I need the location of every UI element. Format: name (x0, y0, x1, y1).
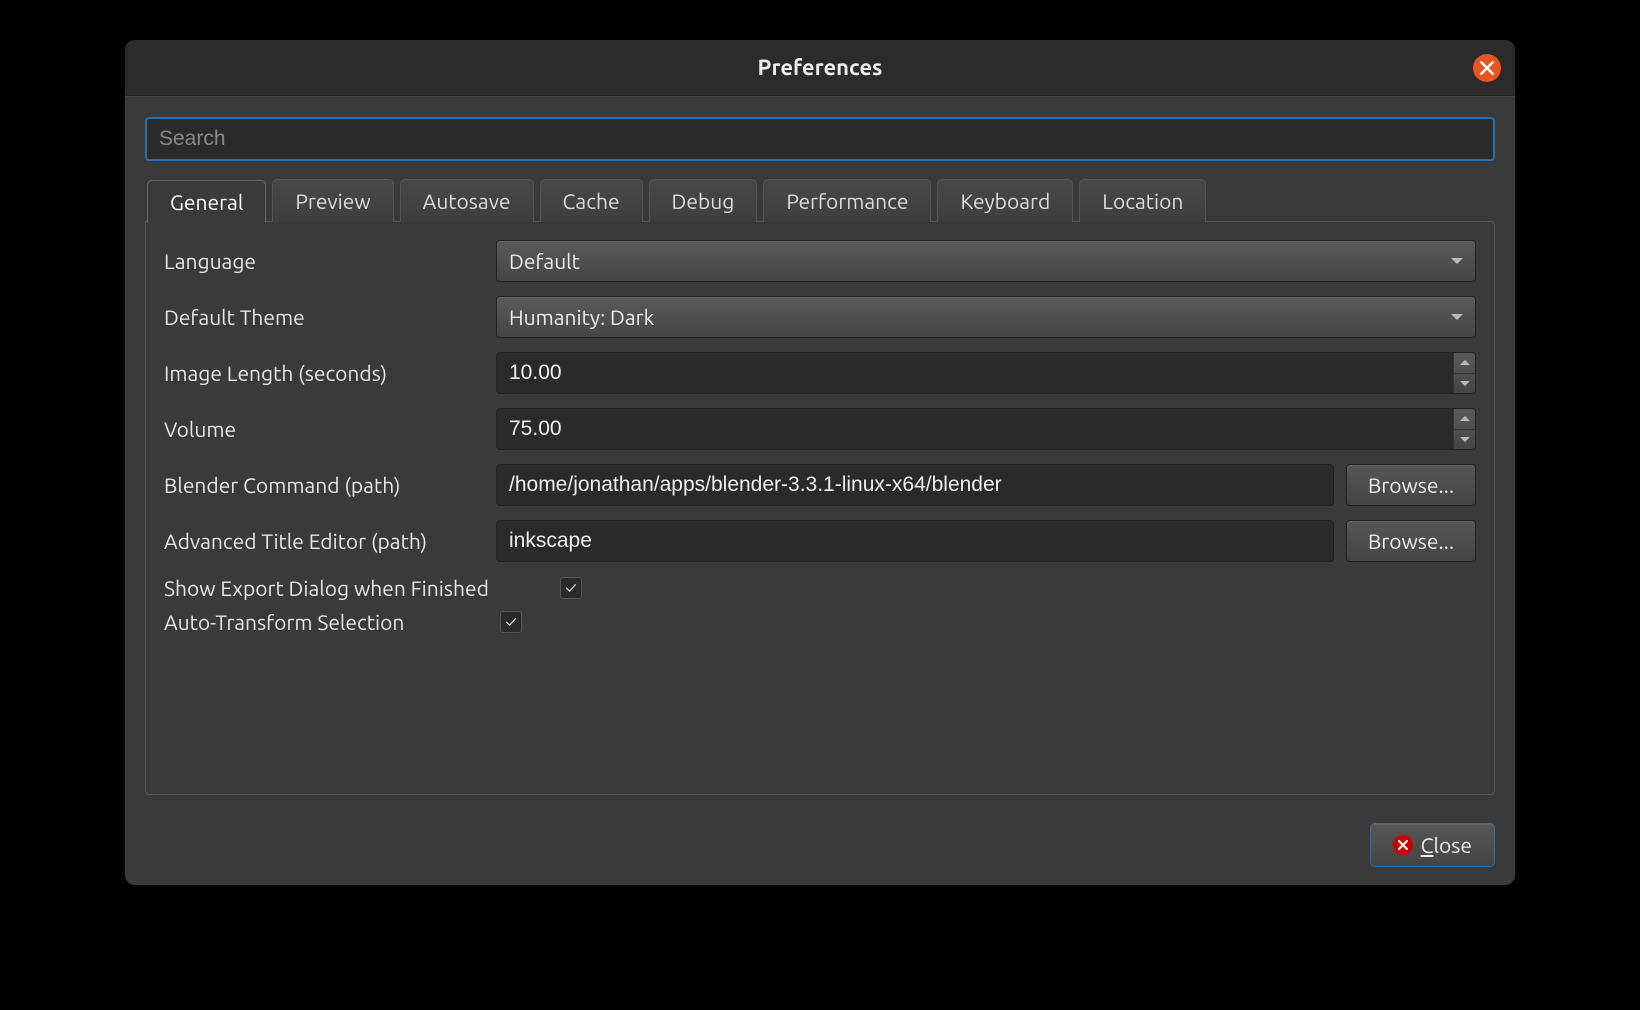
volume-step-down[interactable] (1454, 430, 1475, 450)
chevron-down-icon (1460, 381, 1470, 386)
theme-dropdown[interactable]: Humanity: Dark (496, 296, 1476, 338)
chevron-up-icon (1460, 416, 1470, 421)
tab-location[interactable]: Location (1079, 179, 1206, 222)
volume-input[interactable] (497, 409, 1453, 449)
search-input[interactable] (145, 117, 1495, 161)
general-panel: Language Default Default Theme Humanity:… (145, 221, 1495, 795)
title-editor-path-label: Advanced Title Editor (path) (164, 529, 484, 553)
close-button-label: Close (1421, 833, 1472, 857)
volume-step-up[interactable] (1454, 409, 1475, 430)
chevron-down-icon (1451, 258, 1463, 264)
image-length-spinner[interactable] (496, 352, 1476, 394)
blender-path-input[interactable] (496, 464, 1334, 506)
tab-bar: General Preview Autosave Cache Debug Per… (145, 179, 1495, 222)
close-icon (1480, 61, 1494, 75)
tab-performance[interactable]: Performance (763, 179, 931, 222)
window-close-button[interactable] (1473, 54, 1501, 82)
tab-cache[interactable]: Cache (540, 179, 643, 222)
image-length-step-up[interactable] (1454, 353, 1475, 374)
close-circle-icon (1393, 835, 1413, 855)
preferences-window: Preferences General Preview Autosave Cac… (125, 40, 1515, 885)
window-title: Preferences (758, 55, 883, 80)
theme-value: Humanity: Dark (509, 305, 654, 329)
blender-path-label: Blender Command (path) (164, 473, 484, 497)
image-length-step-down[interactable] (1454, 374, 1475, 394)
tab-general[interactable]: General (147, 180, 266, 223)
title-editor-browse-button[interactable]: Browse... (1346, 520, 1476, 562)
tab-keyboard[interactable]: Keyboard (937, 179, 1073, 222)
title-editor-path-input[interactable] (496, 520, 1334, 562)
language-value: Default (509, 249, 580, 273)
chevron-up-icon (1460, 360, 1470, 365)
image-length-input[interactable] (497, 353, 1453, 393)
volume-label: Volume (164, 417, 484, 441)
dialog-footer: Close (125, 809, 1515, 885)
tab-debug[interactable]: Debug (649, 179, 758, 222)
language-dropdown[interactable]: Default (496, 240, 1476, 282)
volume-spinner[interactable] (496, 408, 1476, 450)
auto-transform-label: Auto-Transform Selection (164, 610, 484, 634)
tab-preview[interactable]: Preview (272, 179, 393, 222)
chevron-down-icon (1460, 437, 1470, 442)
chevron-down-icon (1451, 314, 1463, 320)
theme-label: Default Theme (164, 305, 484, 329)
close-button[interactable]: Close (1370, 823, 1495, 867)
dialog-body: General Preview Autosave Cache Debug Per… (125, 96, 1515, 809)
show-export-checkbox[interactable]: ✓ (560, 577, 582, 599)
auto-transform-checkbox[interactable]: ✓ (500, 611, 522, 633)
tab-autosave[interactable]: Autosave (400, 179, 534, 222)
image-length-label: Image Length (seconds) (164, 361, 484, 385)
show-export-label: Show Export Dialog when Finished (164, 576, 544, 600)
blender-browse-button[interactable]: Browse... (1346, 464, 1476, 506)
language-label: Language (164, 249, 484, 273)
titlebar: Preferences (125, 40, 1515, 96)
